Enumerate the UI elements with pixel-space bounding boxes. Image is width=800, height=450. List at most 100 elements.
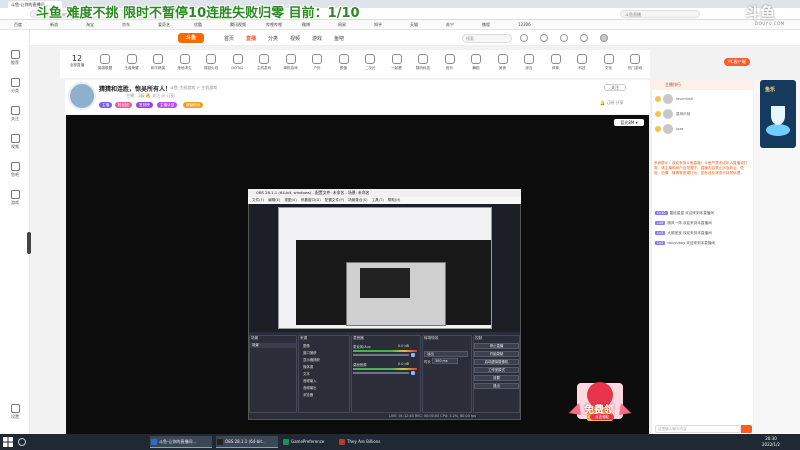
site-logo[interactable]: 斗鱼 xyxy=(178,33,204,43)
speaker-icon[interactable] xyxy=(411,371,415,375)
obs-source-item[interactable]: 文本 xyxy=(303,371,310,376)
obs-control-button[interactable]: 启动虚拟摄像机 xyxy=(474,359,519,365)
category-item[interactable]: 绝地求生 xyxy=(172,52,198,76)
obs-menu-item[interactable]: 工具(T) xyxy=(372,198,384,202)
obs-control-button[interactable]: 停止直播 xyxy=(474,343,519,349)
obs-source-item[interactable]: 浏览器 xyxy=(303,392,313,397)
pc-client-button[interactable]: PC客户端 xyxy=(724,58,750,66)
speaker-icon[interactable] xyxy=(411,353,415,357)
bookmark-item[interactable]: 哔哩哔哩 xyxy=(266,22,282,28)
obs-volume-slider[interactable] xyxy=(353,372,409,374)
category-item[interactable]: 科技 xyxy=(569,52,595,76)
category-item[interactable]: 和平精英 xyxy=(145,52,171,76)
obs-control-button[interactable]: 工作室模式 xyxy=(474,367,519,373)
quality-select[interactable]: 蓝光8M ▾ xyxy=(614,119,644,126)
nav-item-4[interactable]: 游戏 xyxy=(312,35,322,42)
obs-volume-slider[interactable] xyxy=(353,354,409,356)
category-item[interactable]: 一起看 xyxy=(384,52,410,76)
sidebar-item-2[interactable]: 关注 xyxy=(0,104,30,126)
room-badge[interactable]: 签到榜 xyxy=(136,102,153,108)
rank-user-avatar[interactable] xyxy=(663,94,673,104)
category-item[interactable]: 颜值 xyxy=(331,52,357,76)
obs-menu-item[interactable]: 视图(V) xyxy=(284,198,296,202)
rank-user-name[interactable]: Jaze xyxy=(676,127,683,131)
category-item[interactable]: 王者荣耀 xyxy=(119,52,145,76)
browser-search-input[interactable]: 斗鱼直播 xyxy=(620,10,700,18)
obs-menu-item[interactable]: 文件(F) xyxy=(252,198,264,202)
bookmark-item[interactable]: 天猫 xyxy=(410,22,418,28)
obs-transition-select[interactable]: 淡出 xyxy=(424,351,468,357)
obs-source-item[interactable]: 窗口捕获 xyxy=(303,350,317,355)
sidebar-collapse-handle[interactable] xyxy=(27,232,31,254)
taskbar-app[interactable]: GamePreference xyxy=(282,436,334,448)
gift-claim-badge[interactable]: 点击领取 xyxy=(590,414,614,420)
category-item[interactable]: 二次元 xyxy=(357,52,383,76)
bookmark-item[interactable]: 百度 xyxy=(14,22,22,28)
obs-source-item[interactable]: 音频输入 xyxy=(303,378,317,383)
category-item[interactable]: 美食 xyxy=(490,52,516,76)
sidebar-item-settings[interactable]: 设置 xyxy=(0,402,30,424)
obs-scene-item[interactable]: 场景 xyxy=(250,343,296,348)
taskbar-search-icon[interactable] xyxy=(18,438,26,446)
nav-item-2[interactable]: 分类 xyxy=(268,35,278,42)
anchor-avatar[interactable] xyxy=(68,82,96,110)
task-icon[interactable] xyxy=(580,34,588,42)
bookmark-item[interactable]: 优酷 xyxy=(194,22,202,28)
message-icon[interactable] xyxy=(560,34,568,42)
tray-clock[interactable]: 20:30 2022/1/2 xyxy=(762,436,780,448)
sidebar-item-5[interactable]: 游戏 xyxy=(0,188,30,210)
obs-menu-item[interactable]: 编辑(E) xyxy=(268,198,280,202)
sidebar-item-1[interactable]: 分类 xyxy=(0,76,30,98)
category-item[interactable]: 英雄联盟 xyxy=(92,52,118,76)
category-item[interactable]: 舞蹈 xyxy=(463,52,489,76)
follow-button[interactable]: 关注 xyxy=(604,84,626,91)
obs-source-item[interactable]: 媒体源 xyxy=(303,364,313,369)
room-badge[interactable]: 主播认证 xyxy=(157,102,178,108)
category-item[interactable]: 穿越火线 xyxy=(198,52,224,76)
sidebar-item-3[interactable]: 视频 xyxy=(0,132,30,154)
nav-item-1[interactable]: 直播 xyxy=(246,35,256,42)
nav-item-0[interactable]: 首页 xyxy=(224,35,234,42)
category-item[interactable]: 户外 xyxy=(304,52,330,76)
room-badge[interactable]: 主播 xyxy=(99,102,113,108)
bookmark-item[interactable]: 知乎 xyxy=(374,22,382,28)
bookmark-item[interactable]: 腾讯视频 xyxy=(230,22,246,28)
obs-duration-input[interactable]: 300 ms xyxy=(432,358,458,364)
room-badge[interactable]: 粉丝团 xyxy=(115,102,132,108)
obs-control-button[interactable]: 设置 xyxy=(474,375,519,381)
site-search-input[interactable]: 搜索 xyxy=(462,34,512,43)
obs-menu-item[interactable]: 帮助(H) xyxy=(388,198,401,202)
rank-user-avatar[interactable] xyxy=(663,109,673,119)
obs-control-button[interactable]: 退出 xyxy=(474,383,519,389)
bookmark-item[interactable]: 京东 xyxy=(122,22,130,28)
category-item[interactable]: 热门游戏 xyxy=(622,52,648,76)
nav-item-3[interactable]: 视频 xyxy=(290,35,300,42)
bookmark-item[interactable]: 淘宝 xyxy=(86,22,94,28)
category-item[interactable]: 文化 xyxy=(596,52,622,76)
obs-menu-item[interactable]: 停靠窗口(D) xyxy=(301,198,321,202)
bookmark-item[interactable]: 爱奇艺 xyxy=(158,22,170,28)
sidebar-item-4[interactable]: 鱼吧 xyxy=(0,160,30,182)
rank-user-name[interactable]: lovenhw0 xyxy=(676,97,693,101)
obs-source-item[interactable]: 音频输出 xyxy=(303,385,317,390)
category-item[interactable]: 体育 xyxy=(543,52,569,76)
category-item[interactable]: 主机游戏 xyxy=(251,52,277,76)
bookmark-item[interactable]: 12306 xyxy=(518,22,531,28)
taskbar-app[interactable]: OBS 28.1.1 (64-bit... xyxy=(216,436,278,448)
bookmark-item[interactable]: 新浪 xyxy=(50,22,58,28)
sidebar-item-0[interactable]: 推荐 xyxy=(0,48,30,70)
nav-item-5[interactable]: 鱼吧 xyxy=(334,35,344,42)
bookmark-item[interactable]: 携程 xyxy=(482,22,490,28)
user-avatar[interactable] xyxy=(600,34,608,42)
send-button[interactable] xyxy=(741,425,752,433)
taskbar-app[interactable]: They Are Billions xyxy=(338,436,390,448)
history-icon[interactable] xyxy=(520,34,528,42)
category-item[interactable]: 综合 xyxy=(516,52,542,76)
bookmark-item[interactable]: 微博 xyxy=(302,22,310,28)
bookmark-item[interactable]: 苏宁 xyxy=(446,22,454,28)
category-all[interactable]: 12 全部直播 xyxy=(64,52,90,76)
obs-menu-item[interactable]: 配置文件(P) xyxy=(325,198,344,202)
category-item[interactable]: 数码科技 xyxy=(410,52,436,76)
obs-menu-item[interactable]: 场景集合(S) xyxy=(348,198,367,202)
chat-input[interactable]: 这里输入聊天内容 xyxy=(655,425,741,433)
